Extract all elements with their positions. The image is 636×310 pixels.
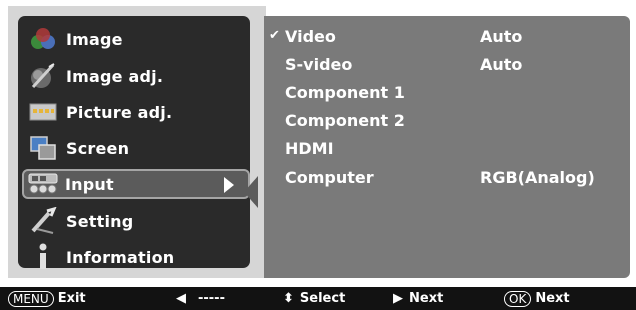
menu-item-label: Screen	[66, 138, 130, 158]
screen-icon	[24, 132, 62, 164]
menu-item-image-adj[interactable]: Image adj.	[24, 60, 230, 92]
back-hint: ◀ -----	[176, 289, 225, 308]
left-arrow-icon: ◀	[176, 291, 186, 306]
menu-exit-hint: MENU Exit	[8, 289, 86, 308]
menu-item-screen[interactable]: Screen	[24, 132, 230, 164]
submenu-row-video[interactable]: ✔ Video Auto	[264, 26, 630, 50]
image-icon	[24, 23, 62, 55]
submenu-row-component-2[interactable]: Component 2	[264, 110, 630, 134]
setting-icon	[24, 205, 62, 237]
submenu-row-name: Component 2	[285, 111, 405, 130]
menu-item-label: Input	[65, 174, 114, 194]
input-submenu-panel: ✔ Video Auto S-video Auto Component 1 Co…	[264, 16, 630, 278]
picture-adj-icon	[24, 96, 62, 128]
submenu-row-name: HDMI	[285, 139, 334, 158]
submenu-arrow-icon	[224, 177, 234, 193]
submenu-row-name: Computer	[285, 168, 374, 187]
next-hint: ▶ Next	[393, 289, 443, 308]
select-hint: ⬍ Select	[283, 289, 345, 308]
menu-item-label: Information	[66, 247, 175, 267]
select-label: Select	[299, 291, 346, 306]
menu-item-input[interactable]: Input	[22, 169, 250, 199]
menu-item-label: Picture adj.	[66, 102, 173, 122]
menu-item-information[interactable]: Information	[24, 241, 230, 273]
up-down-arrow-icon: ⬍	[283, 291, 294, 306]
menu-item-setting[interactable]: Setting	[24, 205, 230, 237]
right-arrow-icon: ▶	[393, 291, 403, 306]
submenu-row-s-video[interactable]: S-video Auto	[264, 54, 630, 78]
menu-item-image[interactable]: Image	[24, 23, 230, 55]
help-bar: MENU Exit ◀ ----- ⬍ Select ▶ Next OK Nex…	[0, 287, 636, 310]
submenu-row-value: Auto	[480, 27, 523, 46]
submenu-row-component-1[interactable]: Component 1	[264, 82, 630, 106]
menu-item-label: Image	[66, 29, 123, 49]
menu-key-icon: MENU	[8, 290, 54, 307]
menu-list: Image Image adj. Picture adj. Screen Inp…	[18, 16, 250, 269]
exit-label: Exit	[57, 291, 86, 306]
checkmark-icon: ✔	[269, 28, 280, 43]
menu-item-picture-adj[interactable]: Picture adj.	[24, 96, 230, 128]
next-label: Next	[409, 291, 444, 306]
submenu-row-value: RGB(Analog)	[480, 168, 595, 187]
submenu-row-name: S-video	[285, 55, 353, 74]
information-icon	[24, 241, 62, 273]
submenu-row-computer[interactable]: Computer RGB(Analog)	[264, 167, 630, 191]
submenu-row-hdmi[interactable]: HDMI	[264, 138, 630, 162]
submenu-row-name: Component 1	[285, 83, 405, 102]
ok-key-icon: OK	[504, 290, 532, 307]
menu-item-label: Setting	[66, 211, 134, 231]
ok-next-hint: OK Next	[504, 289, 570, 308]
menu-panel: Image Image adj. Picture adj. Screen Inp…	[8, 6, 266, 278]
image-adj-icon	[24, 60, 62, 92]
submenu-row-name: Video	[285, 27, 336, 46]
menu-item-label: Image adj.	[66, 66, 164, 86]
ok-next-label: Next	[535, 291, 570, 306]
selection-pointer	[244, 176, 258, 208]
input-icon	[24, 168, 62, 200]
submenu-row-value: Auto	[480, 55, 523, 74]
back-value: -----	[198, 291, 225, 306]
